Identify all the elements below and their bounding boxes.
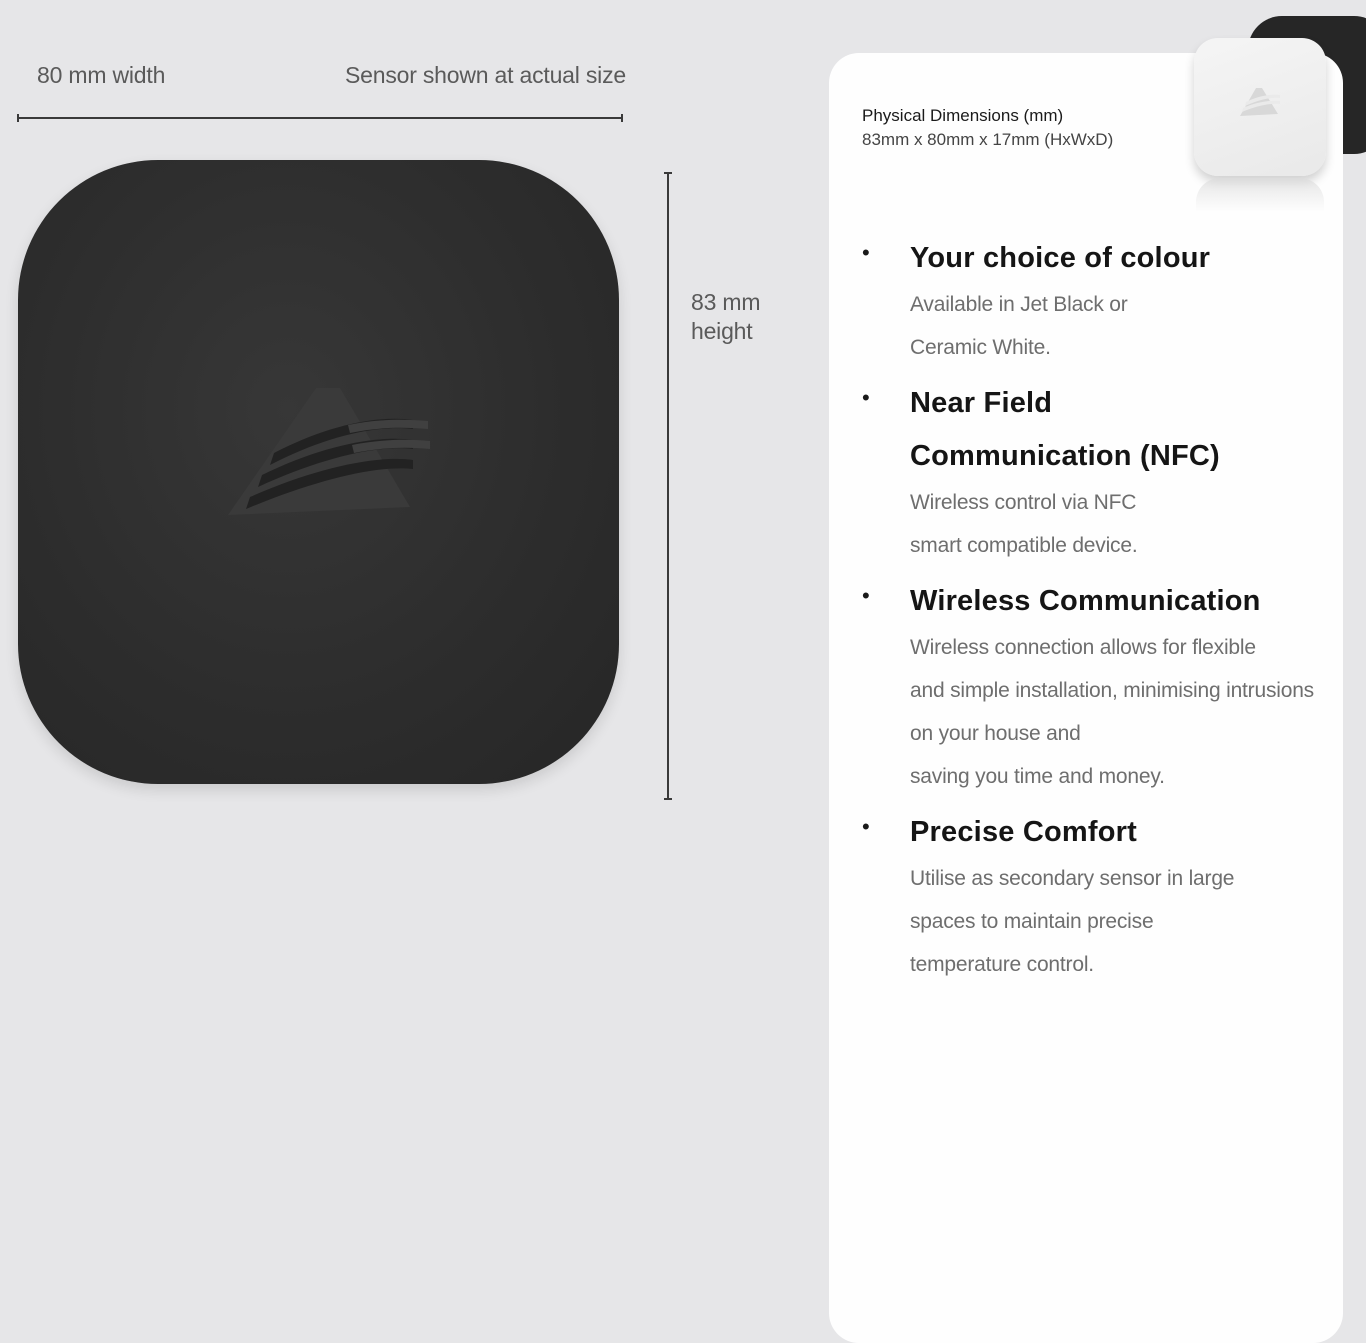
feature-item-colour: • Your choice of colour Available in Jet… — [862, 232, 1332, 369]
bullet-icon: • — [862, 240, 870, 265]
brand-logo-icon — [228, 388, 430, 515]
thumbnail-reflection — [1196, 178, 1324, 212]
height-label: 83 mm height — [691, 289, 761, 344]
feature-description: Available in Jet Black or Ceramic White. — [910, 293, 1128, 359]
feature-title: Near Field Communication (NFC) — [910, 387, 1220, 472]
feature-item-comfort: • Precise Comfort Utilise as secondary s… — [862, 806, 1332, 986]
bullet-icon: • — [862, 385, 870, 410]
actual-size-note: Sensor shown at actual size — [345, 62, 626, 88]
physical-dimensions-value: 83mm x 80mm x 17mm (HxWxD) — [862, 130, 1114, 149]
sensor-image-black — [18, 160, 619, 784]
feature-item-nfc: • Near Field Communication (NFC) Wireles… — [862, 377, 1332, 567]
physical-dimensions-title: Physical Dimensions (mm) — [862, 106, 1064, 125]
width-label: 80 mm width — [37, 62, 166, 88]
feature-list: • Your choice of colour Available in Jet… — [862, 232, 1332, 994]
feature-title: Precise Comfort — [910, 816, 1138, 848]
sensor-thumbnail-white — [1194, 38, 1326, 176]
feature-description: Utilise as secondary sensor in large spa… — [910, 867, 1235, 976]
width-dimension-line — [17, 114, 623, 122]
feature-description: Wireless control via NFC smart compatibl… — [910, 491, 1138, 557]
feature-description: Wireless connection allows for flexible … — [910, 636, 1314, 788]
height-dimension-line — [664, 172, 672, 800]
bullet-icon: • — [862, 814, 870, 839]
bullet-icon: • — [862, 583, 870, 608]
feature-title: Wireless Communication — [910, 585, 1261, 617]
feature-title: Your choice of colour — [910, 242, 1211, 274]
feature-item-wireless: • Wireless Communication Wireless connec… — [862, 575, 1332, 798]
brand-logo-icon — [1240, 88, 1280, 116]
